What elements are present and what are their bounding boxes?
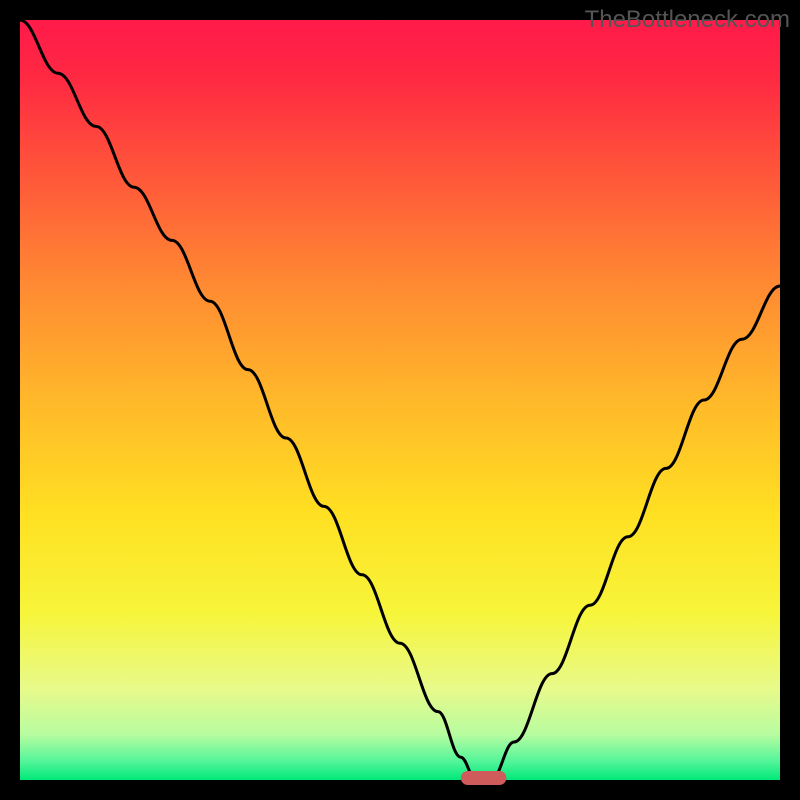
bottleneck-chart: TheBottleneck.com — [0, 0, 800, 800]
minimum-marker — [461, 771, 507, 785]
chart-svg — [0, 0, 800, 800]
chart-background — [20, 20, 780, 780]
watermark-text: TheBottleneck.com — [585, 6, 790, 34]
